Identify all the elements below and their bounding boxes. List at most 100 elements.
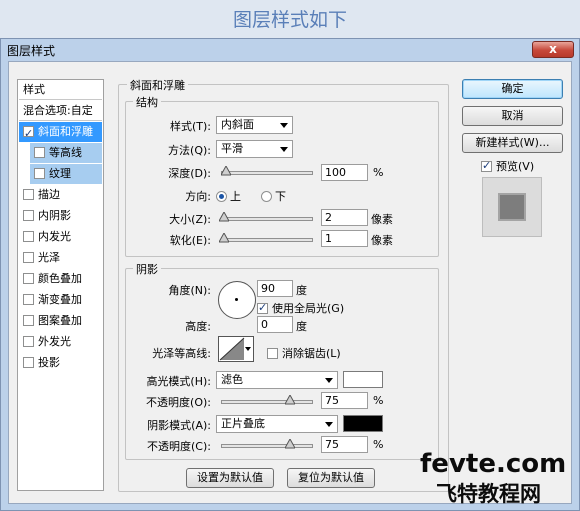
style-item-label: 投影	[38, 356, 60, 369]
bevel-emboss-title: 斜面和浮雕	[127, 77, 188, 93]
highlight-mode-value: 滤色	[221, 373, 243, 386]
style-item-outer-glow[interactable]: 外发光	[19, 332, 102, 352]
style-item-bevel[interactable]: 斜面和浮雕	[19, 122, 102, 144]
checkbox-icon[interactable]	[267, 348, 278, 359]
style-item-texture[interactable]: 纹理	[30, 164, 102, 184]
chevron-down-icon	[245, 347, 251, 351]
chevron-down-icon	[280, 123, 288, 128]
slider-thumb[interactable]	[284, 439, 295, 449]
size-slider[interactable]	[218, 212, 313, 222]
angle-input[interactable]: 90	[257, 280, 293, 297]
checkbox-icon[interactable]	[23, 252, 34, 263]
direction-down-radio[interactable]: 下	[261, 188, 286, 204]
highlight-opacity-input[interactable]: 75	[321, 392, 368, 409]
direction-up-radio[interactable]: 上	[216, 188, 241, 204]
shadow-mode-value: 正片叠底	[221, 417, 265, 430]
gloss-contour-picker[interactable]	[218, 336, 254, 362]
checkbox-icon[interactable]	[23, 231, 34, 242]
style-item-drop-shadow[interactable]: 投影	[19, 353, 102, 373]
preview-swatch	[498, 193, 526, 221]
shadow-opacity-label: 不透明度(C):	[147, 440, 211, 453]
style-item-label: 渐变叠加	[38, 293, 82, 306]
shading-title: 阴影	[133, 261, 161, 277]
shadow-opacity-slider[interactable]	[221, 439, 313, 449]
angle-dial-dot-icon	[235, 298, 238, 301]
style-item-pattern-overlay[interactable]: 图案叠加	[19, 311, 102, 331]
radio-icon[interactable]	[216, 191, 227, 202]
depth-slider[interactable]	[220, 166, 313, 176]
altitude-input[interactable]: 0	[257, 316, 293, 333]
checkbox-icon[interactable]	[23, 124, 34, 144]
soften-input[interactable]: 1	[321, 230, 368, 247]
ok-button[interactable]: 确定	[462, 79, 563, 99]
checkbox-icon[interactable]	[23, 315, 34, 326]
contour-curve-icon	[219, 337, 245, 361]
size-label: 大小(Z):	[169, 213, 211, 226]
gloss-contour-label: 光泽等高线:	[152, 347, 211, 360]
shadow-mode-select[interactable]: 正片叠底	[216, 415, 338, 433]
method-select-value: 平滑	[221, 142, 243, 155]
style-label: 样式(T):	[169, 120, 211, 133]
style-select[interactable]: 内斜面	[216, 116, 293, 134]
altitude-label: 高度:	[185, 320, 211, 333]
highlight-opacity-unit: %	[373, 394, 384, 407]
shadow-color-swatch[interactable]	[343, 415, 383, 432]
checkbox-icon[interactable]	[23, 294, 34, 305]
checkbox-icon[interactable]	[257, 301, 268, 314]
global-light-checkbox[interactable]: 使用全局光(G)	[257, 300, 344, 316]
title-bar[interactable]: 图层样式 x	[1, 39, 579, 61]
direction-down-label: 下	[275, 190, 286, 203]
checkbox-icon[interactable]	[23, 273, 34, 284]
style-item-stroke[interactable]: 描边	[19, 185, 102, 205]
new-style-button[interactable]: 新建样式(W)...	[462, 133, 563, 153]
checkbox-icon[interactable]	[34, 147, 45, 158]
watermark-domain: fevte.com	[420, 449, 567, 479]
soften-label: 软化(E):	[169, 234, 211, 247]
style-item-gradient-overlay[interactable]: 渐变叠加	[19, 290, 102, 310]
cancel-button[interactable]: 取消	[462, 106, 563, 126]
style-item-satin[interactable]: 光泽	[19, 248, 102, 268]
style-item-color-overlay[interactable]: 颜色叠加	[19, 269, 102, 289]
slider-thumb[interactable]	[218, 233, 229, 243]
slider-thumb[interactable]	[284, 395, 295, 405]
style-item-label: 图案叠加	[38, 314, 82, 327]
soften-unit: 像素	[371, 234, 393, 247]
chevron-down-icon	[280, 147, 288, 152]
reset-default-button[interactable]: 复位为默认值	[287, 468, 375, 488]
close-icon: x	[549, 42, 557, 56]
style-item-inner-glow[interactable]: 内发光	[19, 227, 102, 247]
angle-label: 角度(N):	[168, 284, 211, 297]
checkbox-icon[interactable]	[23, 189, 34, 200]
style-item-label: 斜面和浮雕	[38, 125, 93, 138]
layer-style-dialog: 图层样式 x 样式 混合选项:自定 斜面和浮雕 等高线 纹理 描边 内阴影 内发…	[0, 38, 580, 511]
depth-label: 深度(D):	[168, 167, 211, 180]
highlight-mode-select[interactable]: 滤色	[216, 371, 338, 389]
checkbox-icon[interactable]	[23, 336, 34, 347]
make-default-button[interactable]: 设置为默认值	[186, 468, 274, 488]
style-select-value: 内斜面	[221, 118, 254, 131]
soften-slider[interactable]	[218, 233, 313, 243]
method-select[interactable]: 平滑	[216, 140, 293, 158]
depth-input[interactable]: 100	[321, 164, 368, 181]
style-item-inner-shadow[interactable]: 内阴影	[19, 206, 102, 226]
style-item-contour[interactable]: 等高线	[30, 143, 102, 163]
chevron-down-icon	[325, 422, 333, 427]
checkbox-icon[interactable]	[23, 357, 34, 368]
slider-thumb[interactable]	[220, 166, 231, 176]
angle-dial[interactable]	[218, 281, 256, 319]
checkbox-icon[interactable]	[481, 159, 492, 172]
radio-icon[interactable]	[261, 191, 272, 202]
page-caption: 图层样式如下	[0, 0, 580, 38]
shadow-opacity-input[interactable]: 75	[321, 436, 368, 453]
size-input[interactable]: 2	[321, 209, 368, 226]
close-button[interactable]: x	[532, 41, 574, 58]
blending-options-item[interactable]: 混合选项:自定	[19, 101, 102, 121]
anti-alias-checkbox[interactable]: 消除锯齿(L)	[267, 345, 341, 361]
highlight-opacity-slider[interactable]	[221, 395, 313, 405]
checkbox-icon[interactable]	[23, 210, 34, 221]
highlight-color-swatch[interactable]	[343, 371, 383, 388]
checkbox-icon[interactable]	[34, 168, 45, 179]
angle-unit: 度	[296, 284, 307, 297]
slider-thumb[interactable]	[218, 212, 229, 222]
preview-checkbox[interactable]: 预览(V)	[481, 158, 534, 174]
